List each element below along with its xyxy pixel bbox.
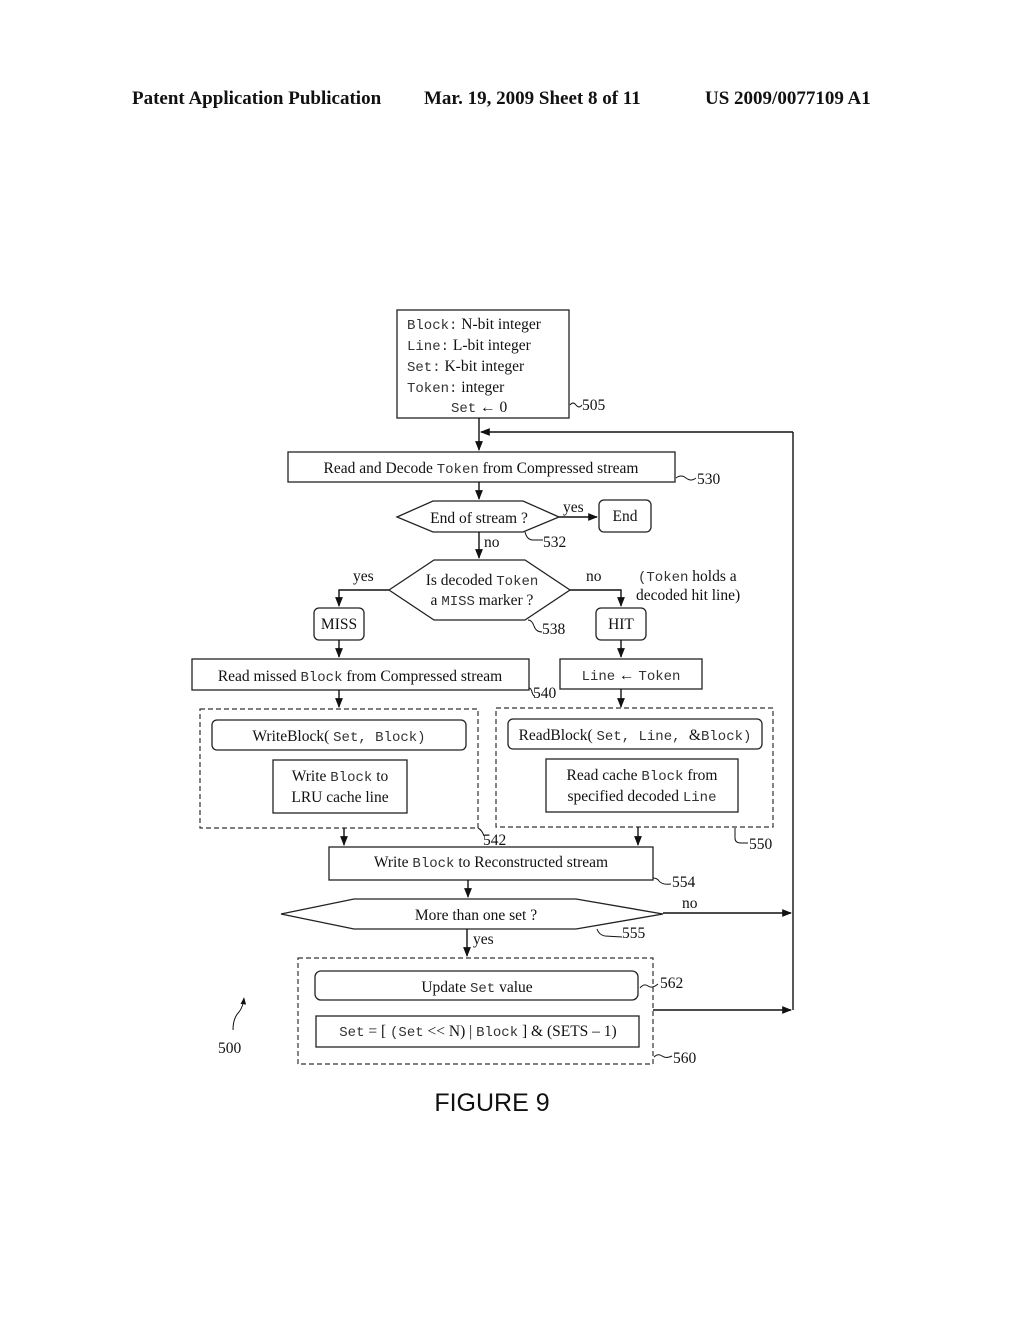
arrow-miss-no: [570, 589, 625, 607]
read-decode-text: Read and Decode Token from Compressed st…: [324, 460, 639, 478]
read-missed-box: Read missed Block from Compressed stream: [191, 658, 530, 691]
init-line-line: Line: L-bit integer: [407, 337, 532, 355]
ref-leader-538: [527, 619, 543, 633]
end-terminal: End: [598, 499, 652, 533]
flowchart: Block: N-bit integer Line: L-bit integer…: [191, 309, 794, 1117]
miss-yes-label: yes: [353, 568, 374, 585]
end-label: End: [613, 508, 638, 525]
ref-555: 555: [622, 925, 646, 942]
init-box: Block: N-bit integer Line: L-bit integer…: [396, 309, 570, 419]
eos-yes-label: yes: [563, 499, 584, 516]
figure-label: FIGURE 9: [434, 1089, 549, 1117]
ref-500: 500: [218, 1040, 242, 1057]
hit-note-line1: (Token holds a: [638, 568, 737, 586]
arrow-miss-yes: [335, 589, 389, 607]
write-block-group: WriteBlock( Set, Block) Write Block to L…: [199, 708, 479, 829]
line-assign-text: Line ← Token: [582, 667, 681, 685]
read-block-group: ReadBlock( Set, Line, &Block) Read cache…: [495, 707, 774, 828]
more-sets-no-label: no: [682, 895, 698, 912]
figure-ref-arrow-icon: [232, 997, 247, 1031]
write-block-desc-line2: LRU cache line: [291, 789, 388, 806]
ref-550: 550: [749, 836, 773, 853]
read-decode-box: Read and Decode Token from Compressed st…: [287, 451, 676, 483]
ref-538: 538: [542, 621, 566, 638]
ref-leader-555: [596, 928, 623, 938]
ref-532: 532: [543, 534, 566, 551]
write-block-call: WriteBlock( Set, Block): [252, 728, 425, 746]
ref-530: 530: [697, 471, 721, 488]
ref-leader-530: [675, 475, 697, 481]
miss-label: MISS: [321, 616, 357, 633]
ref-leader-562: [639, 983, 659, 989]
ref-505: 505: [582, 397, 606, 414]
miss-terminal: MISS: [313, 607, 365, 641]
more-sets-yes-label: yes: [473, 931, 494, 948]
write-block-desc-line1: Write Block to: [292, 768, 389, 786]
miss-check-line2: a MISS marker ?: [431, 592, 534, 610]
read-block-desc-line1: Read cache Block from: [567, 767, 718, 785]
hit-terminal: HIT: [595, 607, 647, 641]
miss-check-line1: Is decoded Token: [426, 572, 539, 590]
line-assign-box: Line ← Token: [559, 658, 703, 690]
ref-leader-505: [569, 402, 583, 408]
miss-marker-decision: Is decoded Token a MISS marker ?: [387, 559, 572, 621]
read-missed-text: Read missed Block from Compressed stream: [218, 668, 502, 686]
ref-562: 562: [660, 975, 683, 992]
init-line-set-zero: Set ← 0: [451, 399, 507, 417]
ref-leader-560: [653, 1054, 673, 1058]
ref-leader-550: [734, 828, 748, 844]
ref-560: 560: [673, 1050, 697, 1067]
hit-note-line2: decoded hit line): [636, 587, 740, 604]
ref-leader-532: [524, 531, 543, 541]
more-sets-label: More than one set ?: [415, 907, 537, 924]
init-line-set: Set: K-bit integer: [407, 358, 525, 376]
init-line-token: Token: integer: [407, 379, 505, 397]
ref-554: 554: [672, 874, 696, 891]
end-of-stream-label: End of stream ?: [430, 510, 528, 527]
write-reconstructed-box: Write Block to Reconstructed stream: [328, 846, 654, 881]
write-reconstructed-text: Write Block to Reconstructed stream: [374, 854, 608, 872]
read-block-desc-line2: specified decoded Line: [568, 788, 717, 806]
ref-leader-554: [652, 877, 672, 885]
init-line-block: Block: N-bit integer: [407, 316, 542, 334]
update-set-group: Update Set value Set = [ (Set << N) | Bl…: [297, 957, 654, 1065]
miss-no-label: no: [586, 568, 602, 585]
update-set-text: Update Set value: [421, 979, 532, 997]
read-block-call: ReadBlock( Set, Line, &Block): [519, 727, 752, 745]
eos-no-label: no: [484, 534, 500, 551]
end-of-stream-decision: End of stream ?: [395, 500, 561, 533]
ref-540: 540: [533, 685, 557, 702]
more-sets-decision: More than one set ?: [280, 898, 664, 930]
hit-label: HIT: [608, 616, 634, 633]
set-formula-text: Set = [ (Set << N) | Block ] & (SETS – 1…: [339, 1023, 616, 1041]
